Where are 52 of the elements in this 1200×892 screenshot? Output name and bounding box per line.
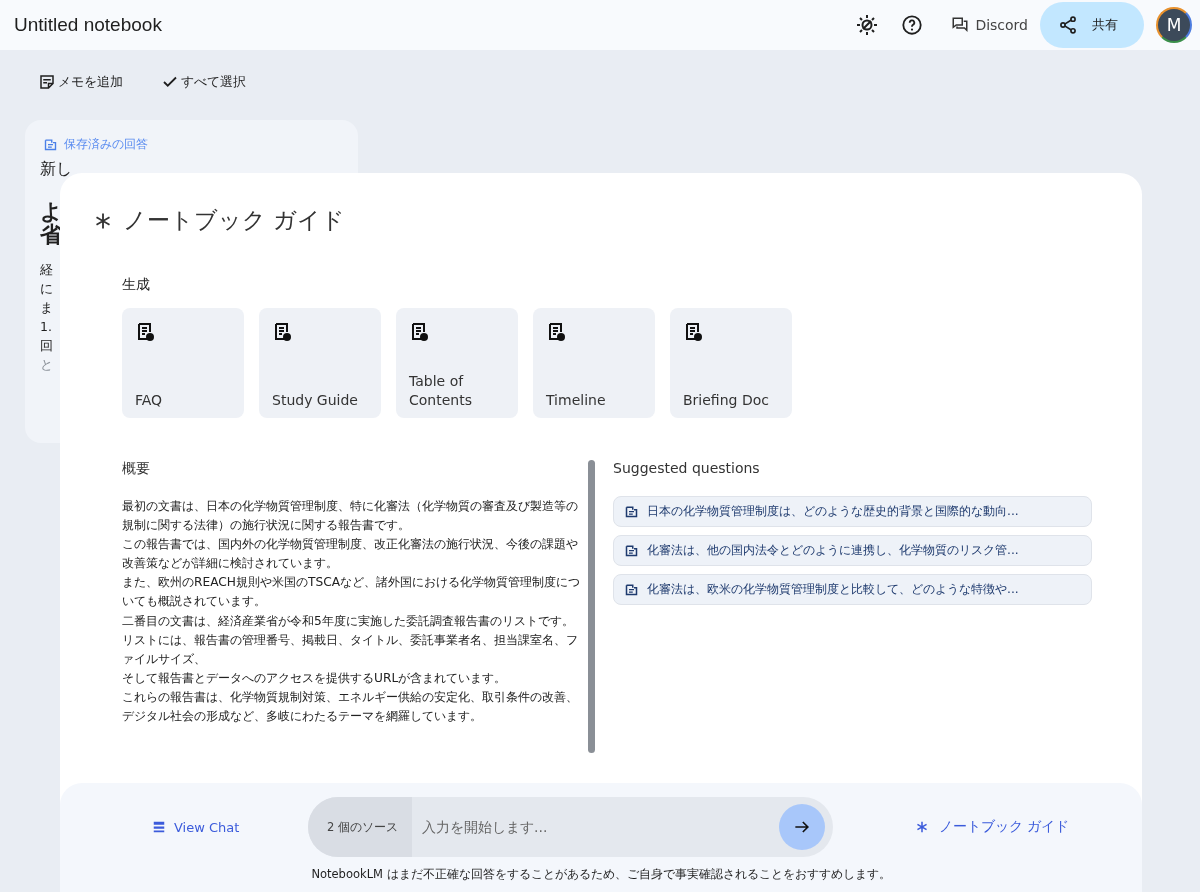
questions-label: Suggested questions <box>613 460 761 476</box>
document-icon <box>272 322 292 342</box>
add-note-button[interactable]: メモを追加 <box>32 72 129 92</box>
chat-icon <box>951 16 970 34</box>
document-icon <box>546 322 566 342</box>
note-icon <box>38 73 56 91</box>
note-text: 経 <box>40 261 53 279</box>
generate-tile[interactable]: Timeline <box>533 308 655 418</box>
sources-count[interactable]: 2 個のソース <box>308 797 412 857</box>
note-heading: 省 <box>40 223 62 246</box>
note-text: と <box>40 356 53 374</box>
discord-button[interactable]: Discord <box>945 15 1034 35</box>
share-icon <box>1058 15 1078 35</box>
help-icon[interactable] <box>901 14 924 36</box>
generate-tile[interactable]: Briefing Doc <box>670 308 792 418</box>
note-text: 1. <box>40 318 52 336</box>
note-tag: 保存済みの回答 <box>64 136 148 153</box>
suggested-question[interactable]: 化審法は、他の国内法令とどのように連携し、化学物質のリスク管... <box>613 535 1092 566</box>
saved-note-icon <box>43 137 58 152</box>
saved-note-icon <box>624 582 639 597</box>
theme-icon[interactable] <box>855 13 880 37</box>
user-avatar[interactable]: M <box>1156 7 1192 43</box>
generate-tile[interactable]: Table of Contents <box>396 308 518 418</box>
chat-input[interactable]: 2 個のソース 入力を開始します... <box>308 797 833 857</box>
generate-label: 生成 <box>122 276 151 294</box>
summary-label: 概要 <box>122 460 151 478</box>
guide-title: ノートブック ガイド <box>123 206 346 235</box>
share-button[interactable]: 共有 <box>1040 2 1144 48</box>
suggested-question[interactable]: 化審法は、欧米の化学物質管理制度と比較して、どのような特徴や... <box>613 574 1092 605</box>
note-text: ま <box>40 299 53 317</box>
asterisk-icon <box>915 820 929 834</box>
generate-tile[interactable]: Study Guide <box>259 308 381 418</box>
document-icon <box>409 322 429 342</box>
select-all-button[interactable]: すべて選択 <box>155 72 252 92</box>
document-icon <box>683 322 703 342</box>
suggested-question[interactable]: 日本の化学物質管理制度は、どのような歴史的背景と国際的な動向... <box>613 496 1092 527</box>
document-icon <box>135 322 155 342</box>
notebook-title: Untitled notebook <box>14 14 162 36</box>
saved-note-icon <box>624 543 639 558</box>
note-text: 回 <box>40 337 53 355</box>
note-heading: よ <box>40 200 63 223</box>
notebook-guide-button[interactable]: ノートブック ガイド <box>909 817 1076 837</box>
summary-text: 最初の文書は、日本の化学物質管理制度、特に化審法（化学物質の審査及び製造等の規制に関する法律）の施行状況に関する報告書です。 この報告書では、国内外の化学物質管理制度、改正化審法の施行状況、今後の課題や改善策などが詳細に検討されています。 また、欧州のREACH規則や米国のTSCAなど、諸外国における化学物質管理制度についても概説されています。 二番目の文書は、経済産業省が令和5年度に実施した委託調査報告書のリストです。 リストには、報告書の管理番号、掲載日、タイトル、委託事業者名、担当課室名、ファイルサイズ、 そして報告書とデータへのアクセスを提供するURLが含まれています。 これらの報告書は、化学物質規制対策、エネルギー供給の安定化、取引条件の改善、 デジタル社会の形成など、多岐にわたるテーマを網羅しています。 <box>122 498 581 726</box>
view-chat-button[interactable]: View Chat <box>146 818 308 836</box>
note-text: に <box>40 280 53 298</box>
saved-note-icon <box>624 504 639 519</box>
list-icon <box>152 820 166 834</box>
send-button[interactable] <box>779 804 825 850</box>
disclaimer-text: NotebookLM はまだ不正確な回答をすることがあるため、ご自身で事実確認されることをおすすめします。 <box>311 867 891 882</box>
generate-tile[interactable]: FAQ <box>122 308 244 418</box>
scrollbar[interactable] <box>588 460 595 753</box>
note-title: 新し <box>40 159 73 180</box>
